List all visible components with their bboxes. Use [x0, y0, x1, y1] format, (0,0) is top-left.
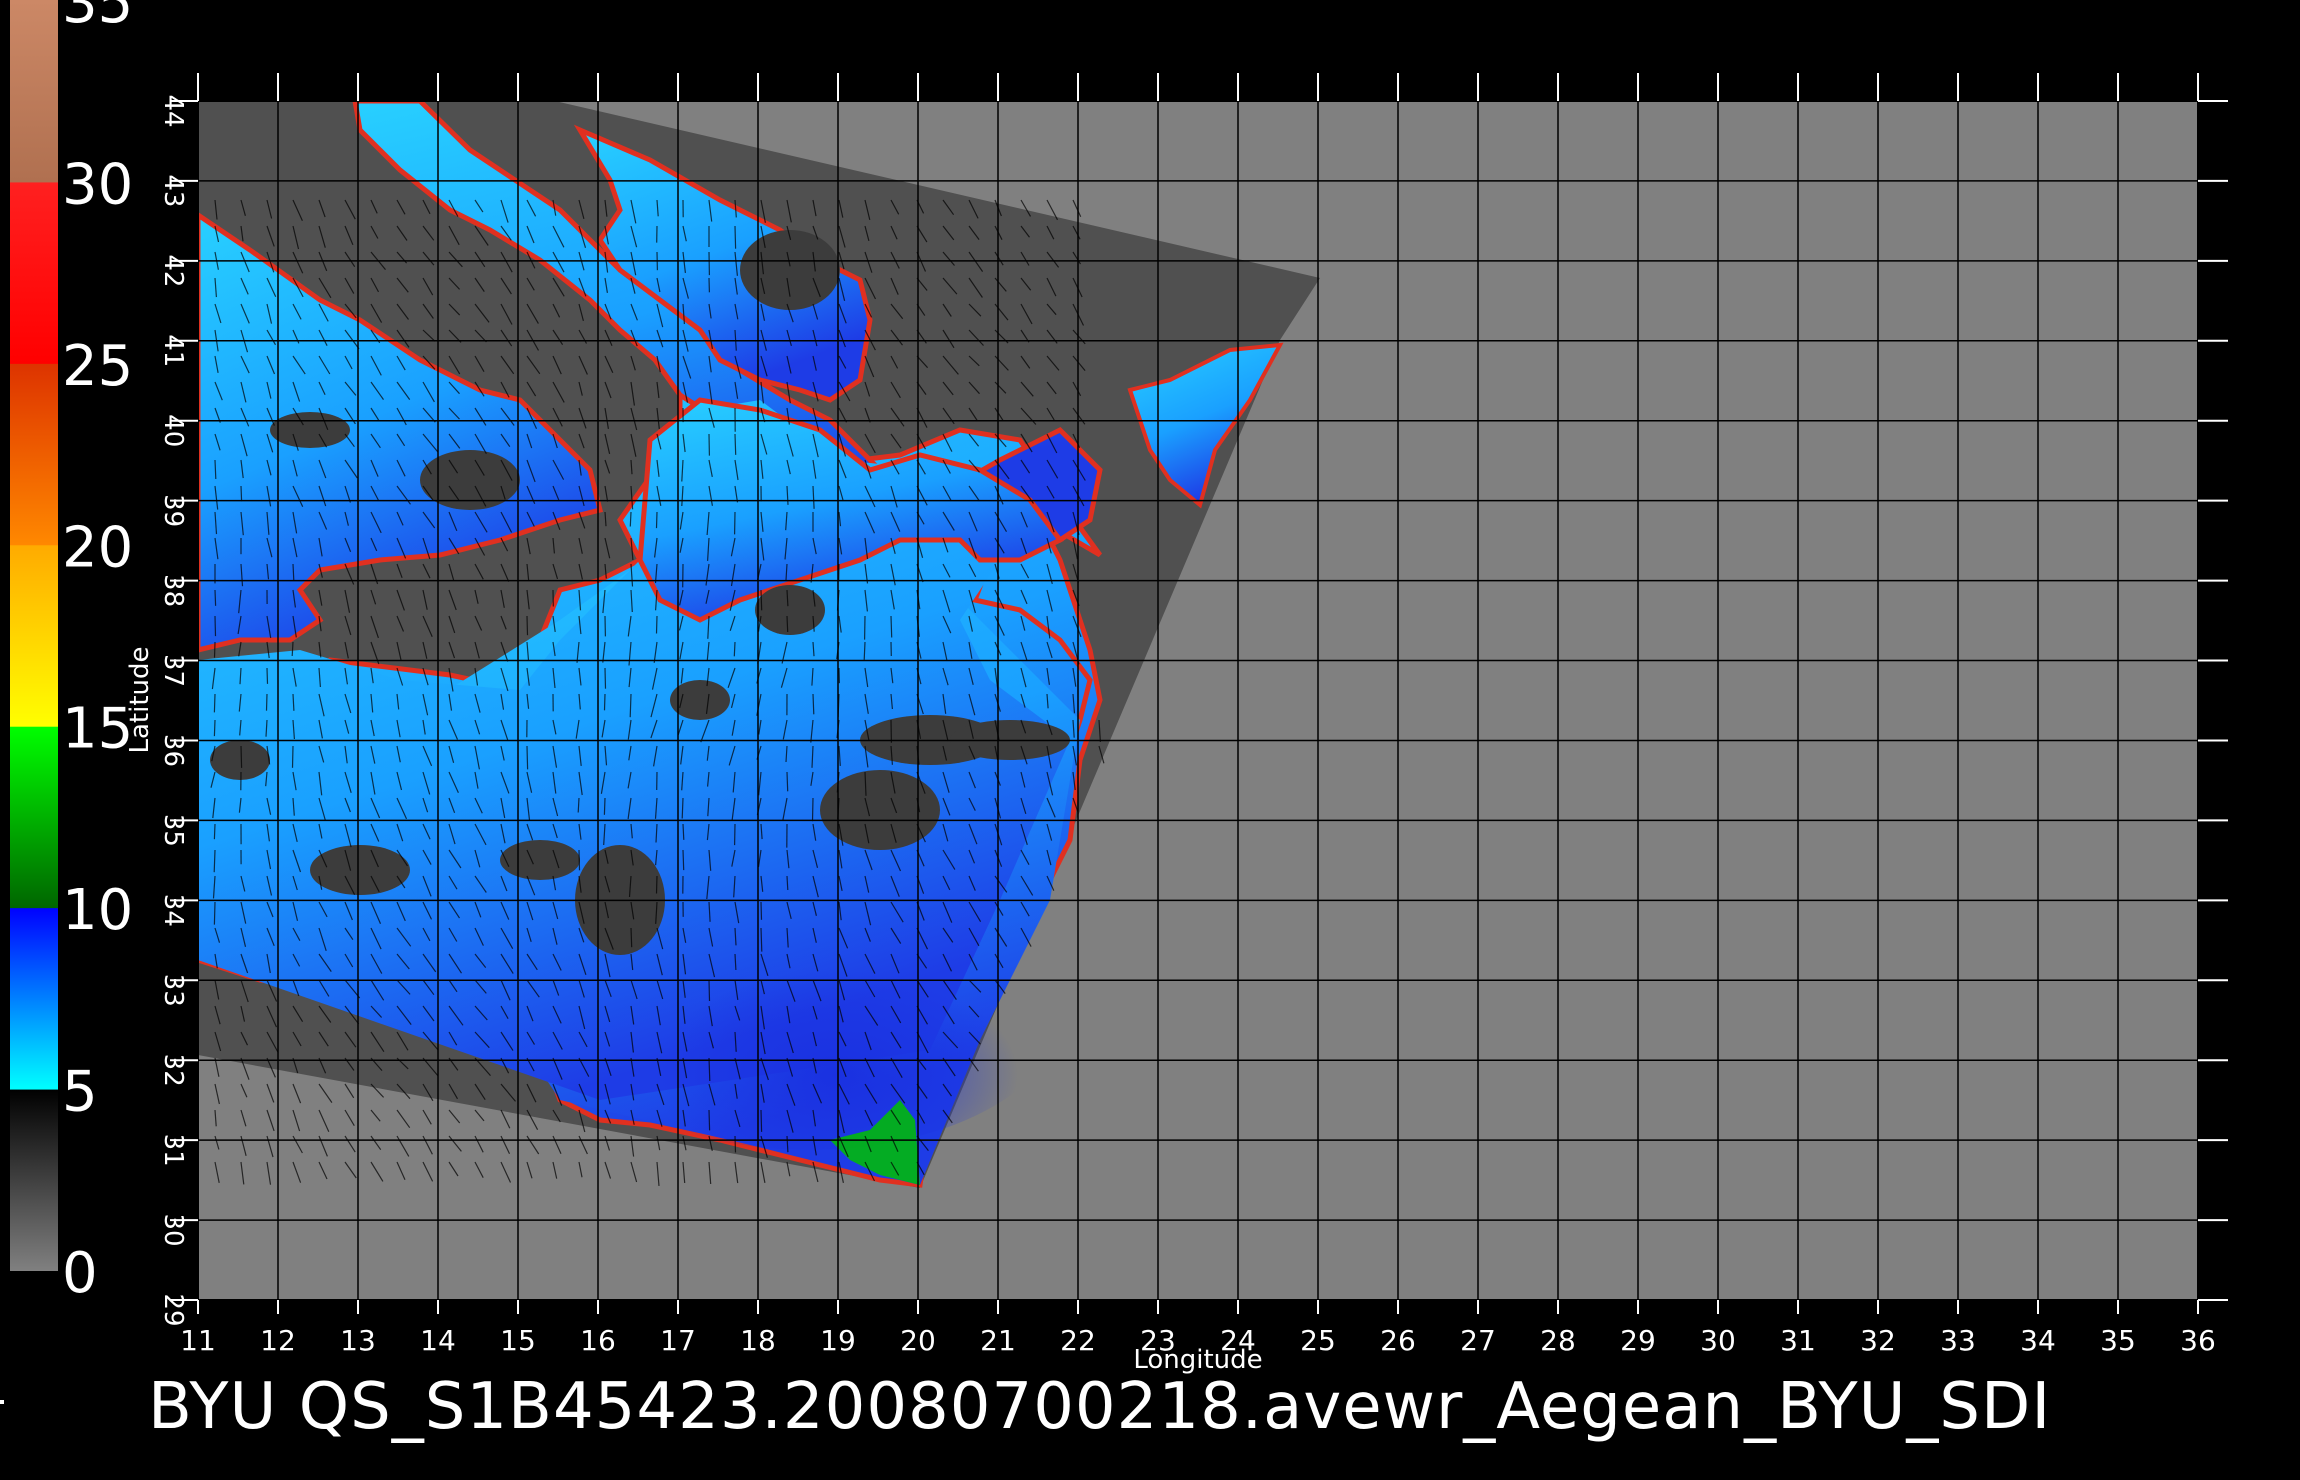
- lat-tick-label: 44: [158, 94, 188, 127]
- caption: BYU QS_S1B45423.20080700218.avewr_Aegean…: [148, 1370, 2052, 1444]
- colorbar-label: 5: [62, 1060, 98, 1125]
- lon-tick-label: 19: [820, 1324, 856, 1357]
- lat-tick-label: 42: [158, 254, 188, 287]
- lat-tick-label: 30: [158, 1214, 188, 1247]
- colorbar-label: 25: [62, 334, 133, 399]
- colorbar-band: [10, 907, 58, 1090]
- lon-tick-label: 20: [900, 1324, 936, 1357]
- lon-tick-label: 25: [1300, 1324, 1336, 1357]
- lon-tick-label: 33: [1940, 1324, 1976, 1357]
- lat-tick-label: 37: [158, 654, 188, 687]
- lon-tick-label: 32: [1860, 1324, 1896, 1357]
- lon-tick-label: 22: [1060, 1324, 1096, 1357]
- lat-tick-label: 36: [158, 734, 188, 767]
- y-axis-label: Latitude: [125, 646, 155, 753]
- lat-tick-label: 43: [158, 174, 188, 207]
- lon-tick-label: 21: [980, 1324, 1016, 1357]
- lon-tick-label: 34: [2020, 1324, 2056, 1357]
- lon-tick-label: 12: [260, 1324, 296, 1357]
- lon-tick-label: 35: [2100, 1324, 2136, 1357]
- plot-area: [198, 101, 2198, 1300]
- colorbar: 0 5 10 15 20 25 30 35: [10, 0, 133, 1306]
- lat-tick-label: 35: [158, 814, 188, 847]
- colorbar-label: 20: [62, 515, 133, 580]
- lat-tick-label: 41: [158, 334, 188, 367]
- colorbar-band: [10, 725, 58, 909]
- wind-speed-map: 0 5 10 15 20 25 30 35 11 12 13 14 15 16 17 18 1…: [10, 0, 2228, 1375]
- lat-tick-label: 31: [158, 1134, 188, 1167]
- lon-tick-label: 31: [1780, 1324, 1816, 1357]
- lat-tick-label: 29: [158, 1293, 188, 1326]
- lon-tick-label: 36: [2180, 1324, 2216, 1357]
- lon-tick-label: 28: [1540, 1324, 1576, 1357]
- lon-tick-label: 15: [500, 1324, 536, 1357]
- lon-tick-label: 29: [1620, 1324, 1656, 1357]
- lat-tick-label: 38: [158, 574, 188, 607]
- lon-tick-label: 18: [740, 1324, 776, 1357]
- colorbar-band: [10, 1088, 58, 1271]
- lon-tick-label: 26: [1380, 1324, 1416, 1357]
- lat-tick-label: 40: [158, 414, 188, 447]
- colorbar-band: [10, 544, 58, 727]
- lon-tick-label: 30: [1700, 1324, 1736, 1357]
- colorbar-band: [10, 181, 58, 364]
- lon-tick-label: 14: [420, 1324, 456, 1357]
- colorbar-label: 35: [62, 0, 133, 36]
- colorbar-band: [10, 362, 58, 546]
- lat-tick-label: 39: [158, 494, 188, 527]
- edge-marker: [0, 1400, 4, 1404]
- lon-tick-label: 16: [580, 1324, 616, 1357]
- lat-tick-label: 33: [158, 974, 188, 1007]
- colorbar-label: 0: [62, 1241, 98, 1306]
- colorbar-label: 15: [62, 697, 133, 762]
- lat-tick-label: 32: [158, 1054, 188, 1087]
- colorbar-label: 10: [62, 878, 133, 943]
- colorbar-label: 30: [62, 152, 133, 217]
- lon-tick-label: 17: [660, 1324, 696, 1357]
- lon-tick-label: 11: [180, 1324, 216, 1357]
- lon-tick-label: 27: [1460, 1324, 1496, 1357]
- lat-tick-label: 34: [158, 894, 188, 927]
- lon-tick-label: 13: [340, 1324, 376, 1357]
- colorbar-band: [10, 0, 58, 183]
